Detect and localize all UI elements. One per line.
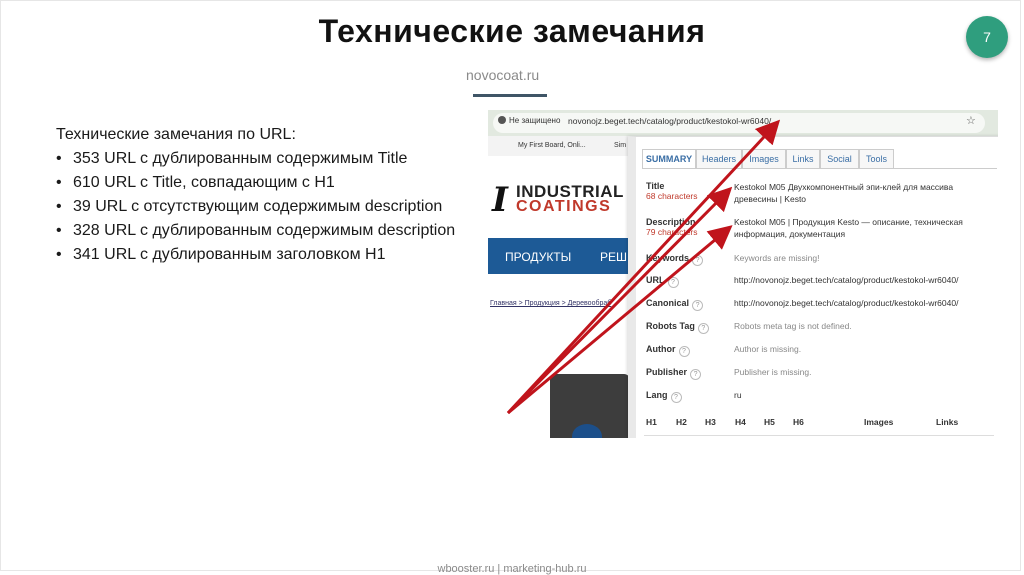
heading-h3: H3 (705, 417, 716, 427)
field-publisher: Publisher? (646, 367, 702, 380)
seo-screenshot: Не защищено novonojz.beget.tech/catalog/… (488, 110, 998, 438)
seo-panel: SUMMARY Headers Images Links Social Tool… (628, 136, 998, 438)
list-item: 610 URL с Title, совпадающим с H1 (56, 171, 456, 195)
list-item: 328 URL с дублированным содержимым descr… (56, 219, 456, 243)
heading-h5: H5 (764, 417, 775, 427)
field-value: Kestokol M05 Двухкомпонентный эпи-клей д… (734, 182, 954, 204)
intro-text: Технические замечания по URL: (56, 126, 296, 143)
warning-icon (498, 116, 506, 124)
field-value: Kestokol M05 | Продукция Kesto — описани… (734, 217, 963, 239)
site-breadcrumbs: Главная > Продукция > Деревообраб (490, 300, 612, 307)
heading-h4: H4 (735, 417, 746, 427)
bookmark-item: Sim (614, 142, 627, 149)
page-number-badge: 7 (966, 16, 1008, 58)
domain-underline (473, 94, 547, 97)
help-icon: ? (690, 369, 702, 380)
field-description: Description 79 characters (646, 217, 698, 237)
text-content: Технические замечания по URL: 353 URL с … (56, 123, 456, 267)
help-icon: ? (697, 323, 709, 334)
tab-tools: Tools (859, 149, 894, 168)
site-navbar: ПРОДУКТЫ РЕШ (488, 238, 638, 274)
slide-title: Технические замечания (318, 13, 706, 49)
heading-h6: H6 (793, 417, 804, 427)
field-value: ru (734, 390, 742, 400)
star-icon: ☆ (966, 115, 976, 127)
list-item: 353 URL с дублированным содержимым Title (56, 147, 456, 171)
help-icon: ? (667, 277, 679, 288)
tab-images: Images (742, 149, 786, 168)
heading-h1: H1 (646, 417, 657, 427)
field-url: URL? (646, 275, 679, 288)
heading-links: Links (936, 417, 959, 427)
slide: Технические замечания 7 novocoat.ru Техн… (0, 0, 1024, 575)
help-icon: ? (678, 346, 690, 357)
website-background: I INDUSTRIAL COATINGS ПРОДУКТЫ РЕШ Главн… (488, 156, 638, 438)
field-value: Publisher is missing. (734, 367, 812, 377)
field-robots: Robots Tag? (646, 321, 709, 334)
browser-address-bar: Не защищено novonojz.beget.tech/catalog/… (488, 110, 998, 136)
field-label: Description (646, 217, 696, 227)
bookmarks-bar: My First Board, Onli... Sim (488, 136, 638, 156)
field-keywords: Keywords? (646, 253, 704, 266)
field-value: Keywords are missing! (734, 253, 820, 263)
logo-mark: I (492, 180, 508, 220)
security-label: Не защищено (509, 116, 561, 125)
field-value: http://novonojz.beget.tech/catalog/produ… (734, 275, 959, 285)
logo-text-line2: COATINGS (516, 198, 612, 215)
footer-links: wbooster.ru | marketing-hub.ru (437, 563, 587, 575)
field-sub: 79 characters (646, 227, 698, 237)
tab-social: Social (820, 149, 859, 168)
nav-item: РЕШ (600, 250, 628, 264)
field-author: Author? (646, 344, 690, 357)
field-lang: Lang? (646, 390, 682, 403)
list-item: 39 URL с отсутствующим содержимым descri… (56, 195, 456, 219)
security-warning: Не защищено (498, 116, 560, 125)
tab-summary: SUMMARY (642, 149, 696, 169)
product-bucket-image (550, 374, 630, 438)
tab-headers: Headers (696, 149, 742, 168)
field-value: Author is missing. (734, 344, 802, 354)
list-item: 341 URL с дублированным заголовком H1 (56, 243, 456, 267)
field-label: Title (646, 181, 665, 191)
field-sub: 68 characters (646, 191, 698, 201)
field-value: Robots meta tag is not defined. (734, 321, 852, 331)
bullet-list: 353 URL с дублированным содержимым Title… (56, 147, 456, 267)
field-title: Title 68 characters (646, 181, 698, 201)
heading-h2: H2 (676, 417, 687, 427)
heading-images: Images (864, 417, 894, 427)
bookmark-item: My First Board, Onli... (518, 142, 586, 149)
field-value: http://novonojz.beget.tech/catalog/produ… (734, 298, 959, 308)
help-icon: ? (692, 255, 704, 266)
nav-item: ПРОДУКТЫ (505, 250, 572, 264)
tab-links: Links (786, 149, 820, 168)
help-icon: ? (670, 392, 682, 403)
address-url: novonojz.beget.tech/catalog/product/kest… (568, 116, 772, 126)
field-canonical: Canonical? (646, 298, 704, 311)
domain-label: novocoat.ru (466, 67, 540, 83)
help-icon: ? (692, 300, 704, 311)
